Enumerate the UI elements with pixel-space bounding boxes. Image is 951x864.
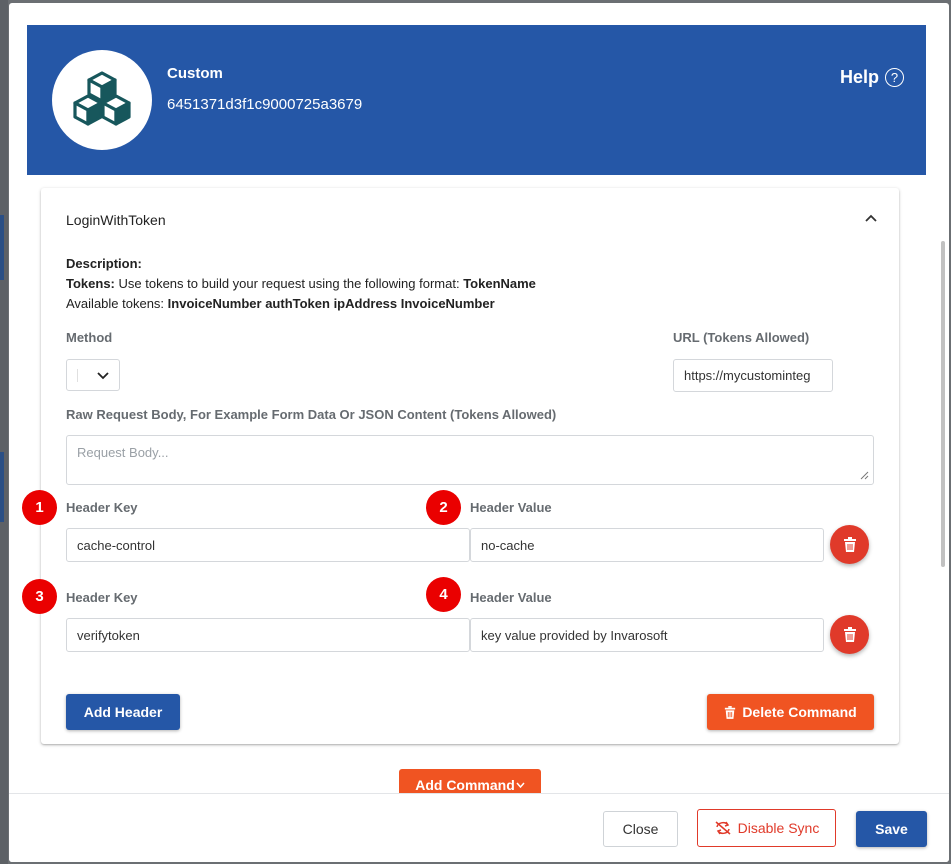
trash-icon xyxy=(843,627,856,642)
header-key-label: Header Key xyxy=(66,590,138,605)
annotation-badge: 1 xyxy=(22,490,57,525)
url-input[interactable]: https://mycustominteg xyxy=(673,359,833,392)
chevron-down-icon xyxy=(97,372,109,380)
annotation-badge: 2 xyxy=(426,490,461,525)
add-header-button[interactable]: Add Header xyxy=(66,694,180,730)
sync-off-icon xyxy=(715,821,731,835)
backdrop-strip xyxy=(0,452,4,522)
delete-header-button[interactable] xyxy=(830,615,869,654)
available-tokens-label: Available tokens: xyxy=(66,296,168,311)
trash-icon xyxy=(843,537,856,552)
header-value-input[interactable]: key value provided by Invarosoft xyxy=(470,618,824,652)
trash-icon xyxy=(725,705,736,719)
modal-header: Custom 6451371d3f1c9000725a3679 Help ? xyxy=(27,25,926,175)
disable-sync-button[interactable]: Disable Sync xyxy=(697,809,836,847)
annotation-badge: 4 xyxy=(426,577,461,612)
header-value-label: Header Value xyxy=(470,590,552,605)
command-description: Description: Tokens: Use tokens to build… xyxy=(66,254,536,314)
help-link[interactable]: Help ? xyxy=(840,67,904,88)
integration-modal: Custom 6451371d3f1c9000725a3679 Help ? L… xyxy=(9,3,949,862)
delete-command-button[interactable]: Delete Command xyxy=(707,694,874,730)
app-name: Custom xyxy=(167,65,223,82)
body-label: Raw Request Body, For Example Form Data … xyxy=(66,407,557,422)
chevron-up-icon[interactable] xyxy=(863,210,879,226)
backdrop xyxy=(0,0,8,864)
command-card: LoginWithToken Description: Tokens: Use … xyxy=(41,188,899,744)
add-command-button[interactable]: Add Command xyxy=(399,769,541,793)
help-label: Help xyxy=(839,67,879,87)
method-label: Method xyxy=(66,330,113,345)
command-title: LoginWithToken xyxy=(66,212,166,228)
header-value-input[interactable]: no-cache xyxy=(470,528,824,562)
header-key-input[interactable]: verifytoken xyxy=(66,618,470,652)
cubes-icon xyxy=(73,71,131,126)
method-select[interactable] xyxy=(66,359,120,391)
app-id: 6451371d3f1c9000725a3679 xyxy=(167,96,363,113)
close-button[interactable]: Close xyxy=(603,811,678,847)
available-tokens: InvoiceNumber authToken ipAddress Invoic… xyxy=(167,296,495,311)
disable-sync-label: Disable Sync xyxy=(737,820,820,836)
description-label: Description: xyxy=(66,256,142,271)
select-divider xyxy=(77,369,78,382)
delete-command-label: Delete Command xyxy=(742,704,857,720)
app-logo xyxy=(52,50,152,150)
header-key-input[interactable]: cache-control xyxy=(66,528,470,562)
tokens-text: Use tokens to build your request using t… xyxy=(114,276,464,291)
scrollbar[interactable] xyxy=(941,241,945,567)
resize-grip-icon[interactable] xyxy=(860,471,869,480)
request-body-textarea[interactable]: Request Body... xyxy=(66,435,874,485)
backdrop-strip xyxy=(0,215,4,280)
request-body-placeholder: Request Body... xyxy=(77,445,169,460)
header-key-label: Header Key xyxy=(66,500,138,515)
question-circle-icon: ? xyxy=(885,68,904,87)
add-command-label: Add Command xyxy=(415,777,515,793)
caret-down-icon xyxy=(516,782,525,789)
url-label: URL (Tokens Allowed) xyxy=(673,330,810,345)
modal-footer: Close Disable Sync Save xyxy=(9,793,949,862)
save-button[interactable]: Save xyxy=(856,811,927,847)
annotation-badge: 3 xyxy=(22,579,57,614)
token-format: TokenName xyxy=(463,276,536,291)
tokens-label: Tokens: xyxy=(66,276,115,291)
header-value-label: Header Value xyxy=(470,500,552,515)
delete-header-button[interactable] xyxy=(830,525,869,564)
